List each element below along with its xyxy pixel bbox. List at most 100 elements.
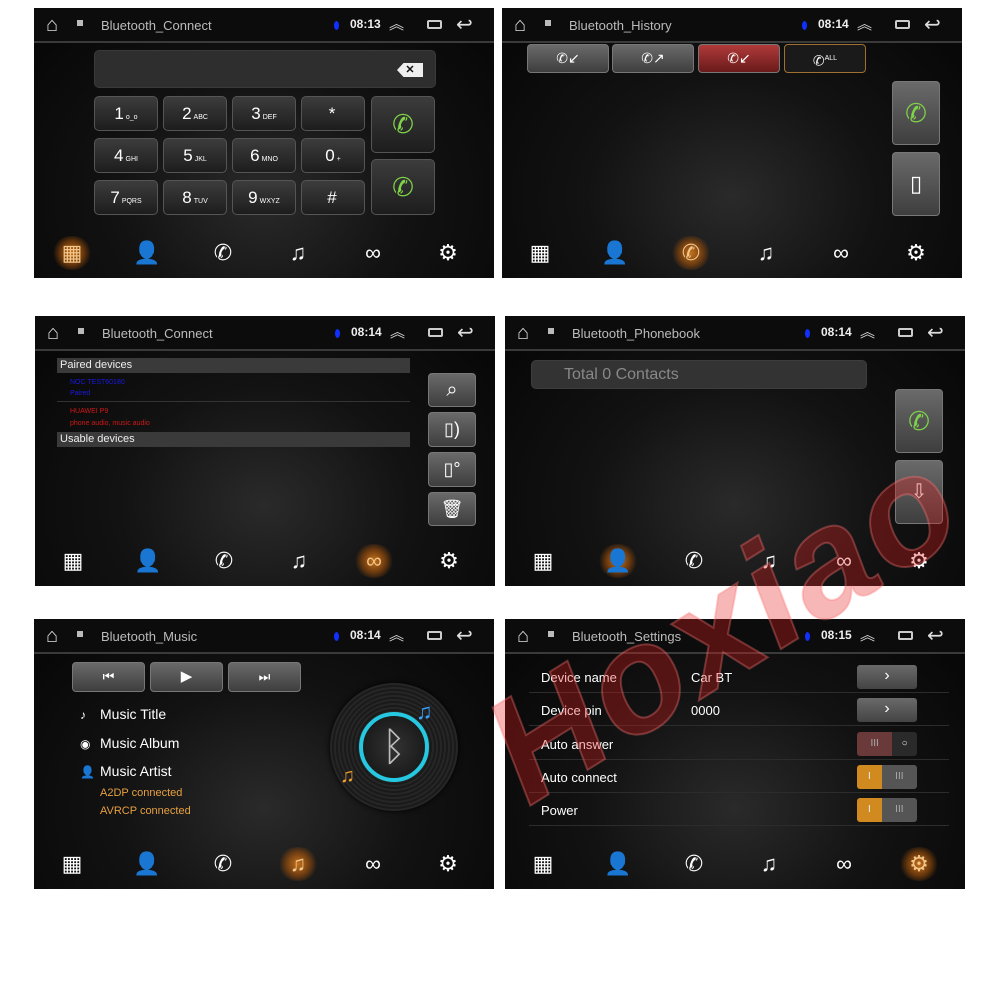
paired-device-item[interactable]: HUAWEI P9 phone audio, music audio: [57, 403, 410, 432]
nav-music-icon[interactable]: ♫: [746, 236, 786, 270]
nav-contacts-icon[interactable]: 👤: [598, 544, 638, 578]
nav-gear-icon[interactable]: ⚙: [896, 236, 936, 270]
back-icon[interactable]: ↩: [456, 623, 473, 648]
nav-dialpad-icon[interactable]: ▦: [52, 236, 92, 270]
nav-dialpad-icon[interactable]: ▦: [523, 544, 563, 578]
next-icon: ⏭: [258, 669, 271, 684]
home-icon[interactable]: ⌂: [46, 14, 58, 37]
toggle-switch-off[interactable]: III ○: [857, 731, 917, 756]
chevron-up-icon[interactable]: ︽: [390, 321, 405, 342]
nav-link-icon[interactable]: ∞: [353, 847, 393, 881]
nav-dialpad-icon[interactable]: ▦: [520, 236, 560, 270]
nav-gear-icon[interactable]: ⚙: [429, 544, 469, 578]
home-icon[interactable]: ⌂: [46, 625, 58, 648]
back-icon[interactable]: ↩: [927, 623, 944, 648]
recent-apps-icon[interactable]: [427, 20, 442, 29]
edit-arrow-button[interactable]: ›: [857, 698, 917, 723]
tab-missed-call[interactable]: ✆↙: [698, 44, 780, 73]
nav-link-icon[interactable]: ∞: [824, 544, 864, 578]
key-#[interactable]: #: [301, 180, 365, 215]
home-icon[interactable]: ⌂: [517, 625, 529, 648]
key-1[interactable]: 1 o_o: [94, 96, 158, 131]
nav-link-icon[interactable]: ∞: [353, 236, 393, 270]
key-0[interactable]: 0 +: [301, 138, 365, 173]
nav-call-history-icon[interactable]: ✆: [674, 544, 714, 578]
back-icon[interactable]: ↩: [927, 320, 944, 345]
nav-call-history-icon[interactable]: ✆: [674, 847, 714, 881]
disconnect-device-button[interactable]: ▯°: [428, 452, 476, 487]
back-icon[interactable]: ↩: [456, 12, 473, 37]
key-5[interactable]: 5 JKL: [163, 138, 227, 173]
key-*[interactable]: *: [301, 96, 365, 131]
recent-apps-icon[interactable]: [428, 328, 443, 337]
delete-device-button[interactable]: 🗑: [428, 492, 476, 526]
nav-link-icon[interactable]: ∞: [354, 544, 394, 578]
tab-outgoing-call[interactable]: ✆↗: [612, 44, 694, 73]
home-icon[interactable]: ⌂: [514, 14, 526, 37]
recent-apps-icon[interactable]: [898, 631, 913, 640]
nav-contacts-icon[interactable]: 👤: [127, 236, 167, 270]
play-button[interactable]: ▶: [150, 662, 223, 692]
key-3[interactable]: 3 DEF: [232, 96, 296, 131]
nav-dialpad-icon[interactable]: ▦: [53, 544, 93, 578]
nav-call-history-icon[interactable]: ✆: [203, 236, 243, 270]
chevron-up-icon[interactable]: ︽: [857, 13, 872, 34]
nav-dialpad-icon[interactable]: ▦: [52, 847, 92, 881]
nav-call-history-icon[interactable]: ✆: [203, 847, 243, 881]
history-call-button[interactable]: ✆: [892, 81, 940, 145]
chevron-up-icon[interactable]: ︽: [860, 321, 875, 342]
phonebook-call-button[interactable]: ✆: [895, 389, 943, 453]
nav-contacts-icon[interactable]: 👤: [598, 847, 638, 881]
recent-apps-icon[interactable]: [898, 328, 913, 337]
chevron-up-icon[interactable]: ︽: [860, 624, 875, 645]
key-2[interactable]: 2 ABC: [163, 96, 227, 131]
redial-button[interactable]: ✆: [371, 159, 435, 215]
nav-gear-icon[interactable]: ⚙: [899, 847, 939, 881]
key-4[interactable]: 4 GHI: [94, 138, 158, 173]
nav-contacts-icon[interactable]: 👤: [127, 847, 167, 881]
key-7[interactable]: 7 PQRS: [94, 180, 158, 215]
next-track-button[interactable]: ⏭: [228, 662, 301, 692]
paired-device-item[interactable]: NOC TEST60180 Paired: [57, 373, 410, 402]
previous-track-button[interactable]: ⏮: [72, 662, 145, 692]
history-delete-button[interactable]: ▯: [892, 152, 940, 216]
contacts-search-input[interactable]: Total 0 Contacts: [531, 360, 867, 389]
nav-call-history-icon[interactable]: ✆: [204, 544, 244, 578]
nav-music-icon[interactable]: ♫: [278, 236, 318, 270]
nav-music-icon[interactable]: ♫: [749, 847, 789, 881]
key-6[interactable]: 6 MNO: [232, 138, 296, 173]
edit-arrow-button[interactable]: ›: [857, 665, 917, 689]
key-8[interactable]: 8 TUV: [163, 180, 227, 215]
nav-music-icon[interactable]: ♫: [278, 847, 318, 881]
connect-device-button[interactable]: ▯): [428, 412, 476, 447]
backspace-icon[interactable]: ✕: [397, 63, 423, 77]
nav-music-icon[interactable]: ♫: [749, 544, 789, 578]
key-9[interactable]: 9 WXYZ: [232, 180, 296, 215]
nav-gear-icon[interactable]: ⚙: [899, 544, 939, 578]
recent-apps-icon[interactable]: [895, 20, 910, 29]
nav-gear-icon[interactable]: ⚙: [428, 236, 468, 270]
download-contacts-button[interactable]: ⇩: [895, 460, 943, 524]
nav-link-icon[interactable]: ∞: [821, 236, 861, 270]
search-devices-button[interactable]: ⌕: [428, 373, 476, 407]
chevron-up-icon[interactable]: ︽: [389, 13, 404, 34]
back-icon[interactable]: ↩: [457, 320, 474, 345]
nav-gear-icon[interactable]: ⚙: [428, 847, 468, 881]
nav-contacts-icon[interactable]: 👤: [128, 544, 168, 578]
call-button[interactable]: ✆: [371, 96, 435, 153]
tab-incoming-call[interactable]: ✆↙: [527, 44, 609, 73]
tab-all-calls[interactable]: ✆ALL: [784, 44, 866, 73]
home-icon[interactable]: ⌂: [517, 322, 529, 345]
nav-call-history-icon[interactable]: ✆: [671, 236, 711, 270]
nav-dialpad-icon[interactable]: ▦: [523, 847, 563, 881]
nav-link-icon[interactable]: ∞: [824, 847, 864, 881]
nav-contacts-icon[interactable]: 👤: [595, 236, 635, 270]
recent-apps-icon[interactable]: [427, 631, 442, 640]
back-icon[interactable]: ↩: [924, 12, 941, 37]
number-input[interactable]: ✕: [94, 50, 436, 88]
chevron-up-icon[interactable]: ︽: [389, 624, 404, 645]
toggle-switch-on[interactable]: I III: [857, 798, 917, 823]
home-icon[interactable]: ⌂: [47, 322, 59, 345]
nav-music-icon[interactable]: ♫: [279, 544, 319, 578]
toggle-switch-on[interactable]: I III: [857, 764, 917, 789]
